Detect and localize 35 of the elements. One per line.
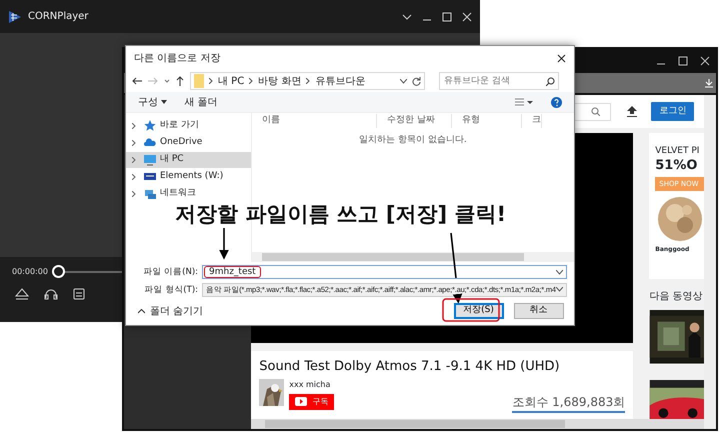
column-header[interactable]: 수정한 날짜 xyxy=(377,114,452,128)
field-label: 파일 이름(N): xyxy=(142,266,198,278)
column-header[interactable]: 유형 xyxy=(452,114,522,128)
cancel-button[interactable]: 취소 xyxy=(514,303,564,319)
new-folder-button[interactable]: 새 폴더 xyxy=(184,94,218,110)
channel-name: xxx micha xyxy=(289,379,332,391)
search-field[interactable]: 유튜브다운 검색 xyxy=(439,72,559,90)
subscribe-button[interactable]: 구독 xyxy=(289,394,334,410)
video-title: Sound Test Dolby Atmos 7.1 -9.1 4K HD (UHD) xyxy=(259,358,561,376)
organize-menu[interactable]: 구성 xyxy=(138,94,166,110)
view-count: 조회수 1,689,883회 xyxy=(512,393,626,413)
ad-headline: VELVET PI xyxy=(655,145,700,158)
breadcrumb-item[interactable]: 내 PC xyxy=(218,74,244,88)
field-label: 파일 형식(T): xyxy=(144,284,198,296)
tree-item[interactable]: Elements (W:) xyxy=(126,169,251,185)
tree-item[interactable]: 네트워크 xyxy=(126,186,251,202)
save-button[interactable]: 저장(S) xyxy=(454,303,504,319)
address-field[interactable]: 내 PC 바탕 화면 유튜브다운 xyxy=(190,72,425,90)
tree-item[interactable]: 내 PC xyxy=(126,152,251,168)
tree-item[interactable]: OneDrive xyxy=(126,135,251,151)
annotation-text: 저장할 파일이름 쓰고 [저장] 클릭! xyxy=(175,203,506,226)
hide-folders-toggle[interactable]: 폴더 숨기기 xyxy=(138,304,204,318)
ad-offer: 51%O xyxy=(655,158,698,173)
empty-message: 일치하는 항목이 없습니다. xyxy=(359,134,467,147)
breadcrumb-item[interactable]: 유튜브다운 xyxy=(315,74,366,88)
breadcrumb-item[interactable]: 바탕 화면 xyxy=(258,74,302,88)
tree-item[interactable]: 바로 가기 xyxy=(126,118,251,134)
filename-field[interactable]: 9mhz_test xyxy=(202,265,567,279)
time-label: 00:00:00 xyxy=(12,266,48,278)
dialog-title: 다른 이름으로 저장 xyxy=(134,52,220,66)
column-header[interactable]: 이름 xyxy=(252,114,377,128)
login-button[interactable]: 로그인 xyxy=(651,102,694,122)
column-header[interactable]: 크 xyxy=(522,114,542,128)
app-title: CORNPlayer xyxy=(28,10,88,24)
section-heading: 다음 동영상 xyxy=(649,290,704,304)
